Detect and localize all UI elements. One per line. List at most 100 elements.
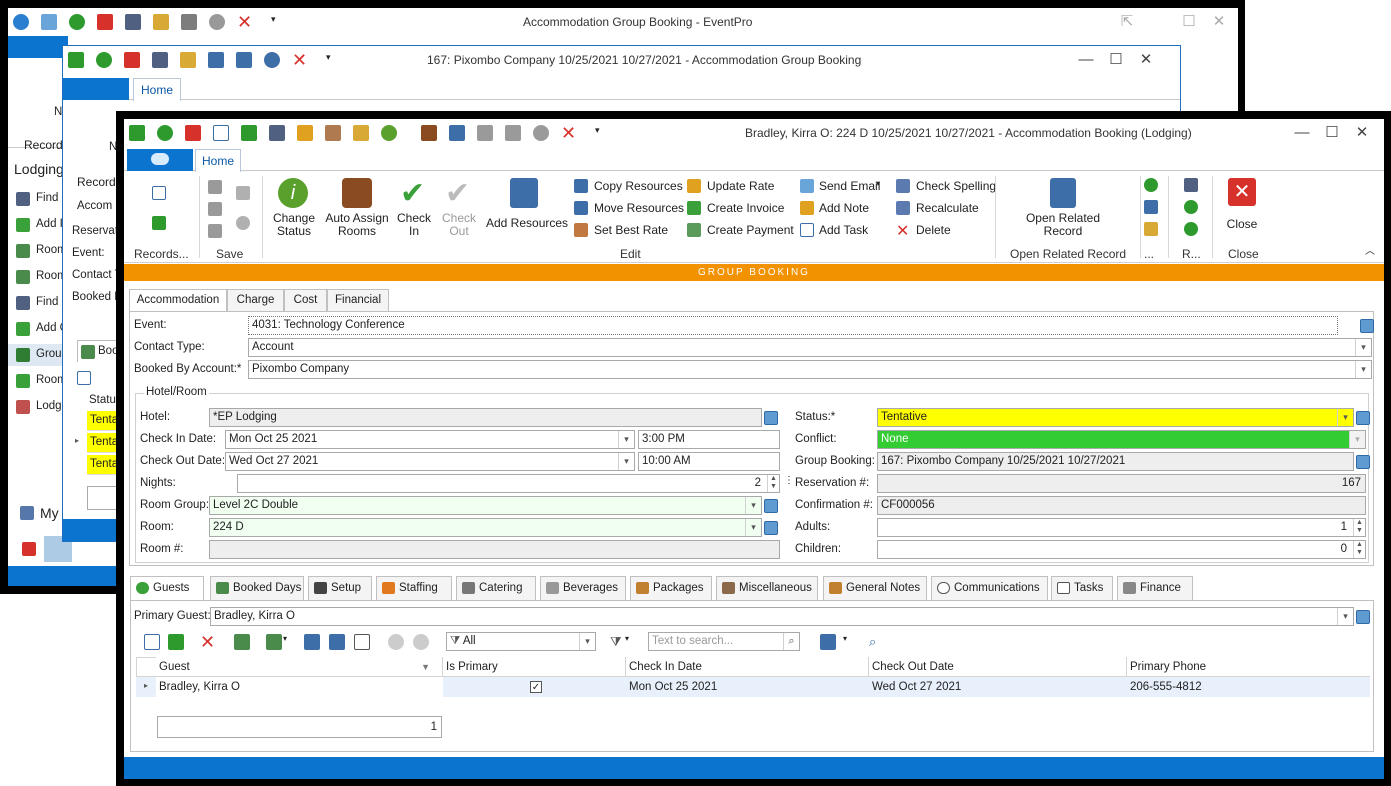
adults-spinner[interactable]: ▲ ▼: [1353, 519, 1365, 536]
refresh-icon[interactable]: [157, 125, 173, 141]
add-resources-button[interactable]: Add Resources: [486, 176, 568, 242]
grid-header-guest[interactable]: Guest ▼: [156, 657, 443, 677]
move-up-icon[interactable]: [1184, 200, 1198, 214]
clipboard-icon[interactable]: [180, 52, 196, 68]
save-all-icon[interactable]: [236, 186, 250, 200]
columns-icon[interactable]: [354, 634, 370, 650]
group-booking-lookup-icon[interactable]: [1356, 455, 1370, 469]
save-close-icon[interactable]: [505, 125, 521, 141]
tab-finance[interactable]: Finance: [1117, 576, 1193, 600]
edit-row-icon[interactable]: [234, 634, 250, 650]
file-tab[interactable]: [63, 78, 129, 100]
cell-check-in[interactable]: Mon Oct 25 2021: [626, 677, 869, 697]
close-button[interactable]: ✕ Close: [1220, 176, 1264, 242]
grid-header-check-out[interactable]: Check Out Date: [869, 657, 1127, 677]
eventpro-file-tab[interactable]: [8, 36, 68, 58]
tab-charge[interactable]: Charge: [227, 289, 284, 311]
maximize-icon[interactable]: ☐: [1101, 46, 1131, 74]
tab-booked-days[interactable]: Booked Days: [210, 576, 304, 600]
refresh-icon[interactable]: [1144, 178, 1158, 192]
add-task-button[interactable]: Add Task: [819, 223, 868, 237]
close-x-icon[interactable]: ✕: [237, 13, 253, 31]
print-icon[interactable]: [820, 634, 836, 650]
nav-my-label[interactable]: My: [40, 505, 59, 521]
cell-phone[interactable]: 206-555-4812: [1127, 677, 1370, 697]
change-status-button[interactable]: i Change Status: [270, 176, 318, 242]
save-icon[interactable]: [208, 180, 222, 194]
chevron-down-icon[interactable]: ▾: [618, 431, 634, 448]
open-related-record-button[interactable]: Open Related Record: [1020, 176, 1106, 242]
children-field[interactable]: 0 ▲ ▼: [877, 540, 1366, 559]
new-record-icon[interactable]: [152, 186, 166, 200]
table-row[interactable]: ▸ Bradley, Kirra O ✓ Mon Oct 25 2021 Wed…: [136, 677, 1370, 697]
room-lookup-icon[interactable]: [764, 521, 778, 535]
maximize-icon[interactable]: ☐: [1317, 119, 1347, 147]
grid-header-phone[interactable]: Primary Phone: [1127, 657, 1370, 677]
add-shield-icon[interactable]: [449, 125, 465, 141]
move-up-icon[interactable]: [388, 634, 404, 650]
maximize-icon[interactable]: ☐: [1174, 8, 1204, 36]
nights-spinner[interactable]: ▲ ▼: [767, 475, 779, 492]
booked-by-select[interactable]: Pixombo Company ▾: [248, 360, 1372, 379]
create-payment-button[interactable]: Create Payment: [707, 223, 794, 237]
collapse-ribbon-icon[interactable]: ︿: [1365, 242, 1375, 257]
save-new-icon[interactable]: [208, 224, 222, 238]
room-group-lookup-icon[interactable]: [764, 499, 778, 513]
open-icon[interactable]: [329, 634, 345, 650]
clipboard-icon[interactable]: [1144, 222, 1158, 236]
undo-icon[interactable]: [209, 14, 225, 30]
tab-guests[interactable]: Guests: [130, 576, 204, 601]
nights-field[interactable]: 2 ▲ ▼: [237, 474, 780, 493]
clipboard-icon[interactable]: [153, 14, 169, 30]
cell-check-out[interactable]: Wed Oct 27 2021: [869, 677, 1127, 697]
tab-home[interactable]: Home: [133, 78, 181, 101]
tools-icon[interactable]: [325, 125, 341, 141]
copy-resources-button[interactable]: Copy Resources: [594, 179, 683, 193]
tag-icon[interactable]: [297, 125, 313, 141]
pin-icon[interactable]: [22, 542, 36, 556]
chevron-down-icon[interactable]: ▾: [1337, 409, 1353, 426]
file-tab[interactable]: [127, 149, 193, 171]
close-icon[interactable]: ✕: [1204, 8, 1234, 36]
chevron-down-icon[interactable]: ▾: [1355, 339, 1371, 356]
children-spinner[interactable]: ▲ ▼: [1353, 541, 1365, 558]
save-icon[interactable]: [477, 125, 493, 141]
undo-icon[interactable]: [533, 125, 549, 141]
suitcase-icon[interactable]: [421, 125, 437, 141]
open-window-icon[interactable]: [1144, 200, 1158, 214]
chevron-down-icon[interactable]: ▾: [745, 519, 761, 536]
chevron-down-icon[interactable]: ▾: [1349, 431, 1365, 448]
mail-icon[interactable]: [41, 14, 57, 30]
filter-options-dropdown-icon[interactable]: ▾: [625, 634, 641, 650]
find-icon[interactable]: [1184, 178, 1198, 192]
move-resources-button[interactable]: Move Resources: [594, 201, 684, 215]
add-note-button[interactable]: Add Note: [819, 201, 869, 215]
grid-header-is-primary[interactable]: Is Primary: [443, 657, 626, 677]
hotel-lookup-icon[interactable]: [764, 411, 778, 425]
adults-field[interactable]: 1 ▲ ▼: [877, 518, 1366, 537]
cell-is-primary[interactable]: ✓: [443, 677, 626, 697]
chevron-down-icon[interactable]: ▾: [1337, 608, 1353, 625]
checkout-time-field[interactable]: 10:00 AM: [638, 452, 780, 471]
tab-packages[interactable]: Packages: [630, 576, 712, 600]
undo-icon[interactable]: [236, 216, 250, 230]
status-lookup-icon[interactable]: [1356, 411, 1370, 425]
clipboard-icon[interactable]: [353, 125, 369, 141]
delete-row-icon[interactable]: ✕: [200, 632, 216, 652]
grid-icon[interactable]: [129, 125, 145, 141]
refresh-icon[interactable]: [96, 52, 112, 68]
chevron-down-icon[interactable]: ▾: [579, 633, 595, 650]
auto-assign-rooms-button[interactable]: Auto Assign Rooms: [324, 176, 390, 242]
nav-item[interactable]: Lodgi: [36, 400, 64, 412]
tab-accommodation[interactable]: Accommodation: [129, 289, 227, 312]
checkout-date-select[interactable]: Wed Oct 27 2021 ▾: [225, 452, 635, 471]
cancel-icon[interactable]: [185, 125, 201, 141]
column-splitter-icon[interactable]: ⋮: [784, 475, 794, 486]
send-email-button[interactable]: Send Email: [819, 179, 880, 193]
find-record-icon[interactable]: ⌕: [869, 634, 885, 650]
checkbox-checked-icon[interactable]: ✓: [530, 681, 542, 693]
find-icon[interactable]: [269, 125, 285, 141]
update-rate-button[interactable]: Update Rate: [707, 179, 774, 193]
tab-miscellaneous[interactable]: Miscellaneous: [716, 576, 818, 600]
print-dropdown-icon[interactable]: ▾: [843, 634, 859, 650]
